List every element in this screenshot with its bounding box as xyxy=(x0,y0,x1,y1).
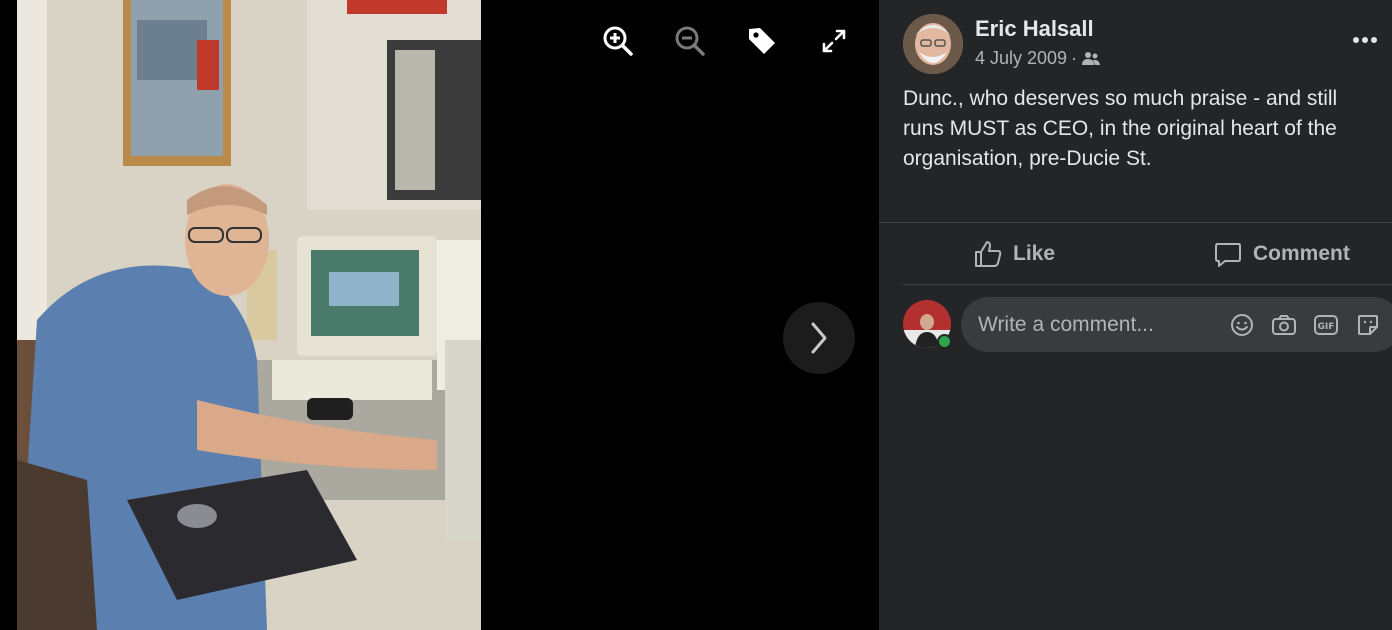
photo-viewer xyxy=(0,0,879,630)
comment-button[interactable]: Comment xyxy=(1213,232,1350,276)
zoom-in-icon[interactable] xyxy=(601,24,635,58)
meta-separator: · xyxy=(1071,48,1078,68)
thumbs-up-icon xyxy=(975,241,1002,267)
comment-input[interactable] xyxy=(978,312,1218,337)
comment-label: Comment xyxy=(1253,242,1350,265)
dot-icon xyxy=(1353,37,1359,43)
dot-icon xyxy=(1371,37,1377,43)
fullscreen-icon[interactable] xyxy=(817,24,851,58)
sticker-icon[interactable] xyxy=(1355,312,1381,338)
comment-icon xyxy=(1215,243,1241,267)
post-meta: 4 July 2009 · xyxy=(975,48,1101,69)
post-date[interactable]: 4 July 2009 xyxy=(975,48,1067,69)
author-name[interactable]: Eric Halsall xyxy=(975,16,1094,42)
tag-icon[interactable] xyxy=(745,24,779,58)
chevron-right-icon xyxy=(811,322,827,354)
emoji-icon[interactable] xyxy=(1229,312,1255,338)
like-label: Like xyxy=(1013,242,1056,265)
svg-text:GIF: GIF xyxy=(1318,322,1335,332)
camera-icon[interactable] xyxy=(1271,312,1297,338)
gif-icon[interactable]: GIF xyxy=(1313,312,1339,338)
post-caption: Dunc., who deserves so much praise - and… xyxy=(903,87,1338,170)
divider xyxy=(879,222,1392,223)
author-avatar[interactable] xyxy=(903,14,963,74)
friends-icon[interactable] xyxy=(1081,51,1101,67)
dot-icon xyxy=(1362,37,1368,43)
next-photo-button[interactable] xyxy=(783,302,855,374)
photo-illustration xyxy=(17,0,481,630)
divider xyxy=(903,284,1392,285)
comment-input-box[interactable]: GIF xyxy=(961,297,1392,352)
zoom-out-icon[interactable] xyxy=(673,24,707,58)
post-photo[interactable] xyxy=(17,0,481,630)
online-status-indicator xyxy=(937,334,952,349)
more-options-button[interactable] xyxy=(1350,28,1380,52)
like-button[interactable]: Like xyxy=(973,232,1055,276)
post-panel: Eric Halsall 4 July 2009 · Dunc., who de… xyxy=(879,0,1392,630)
